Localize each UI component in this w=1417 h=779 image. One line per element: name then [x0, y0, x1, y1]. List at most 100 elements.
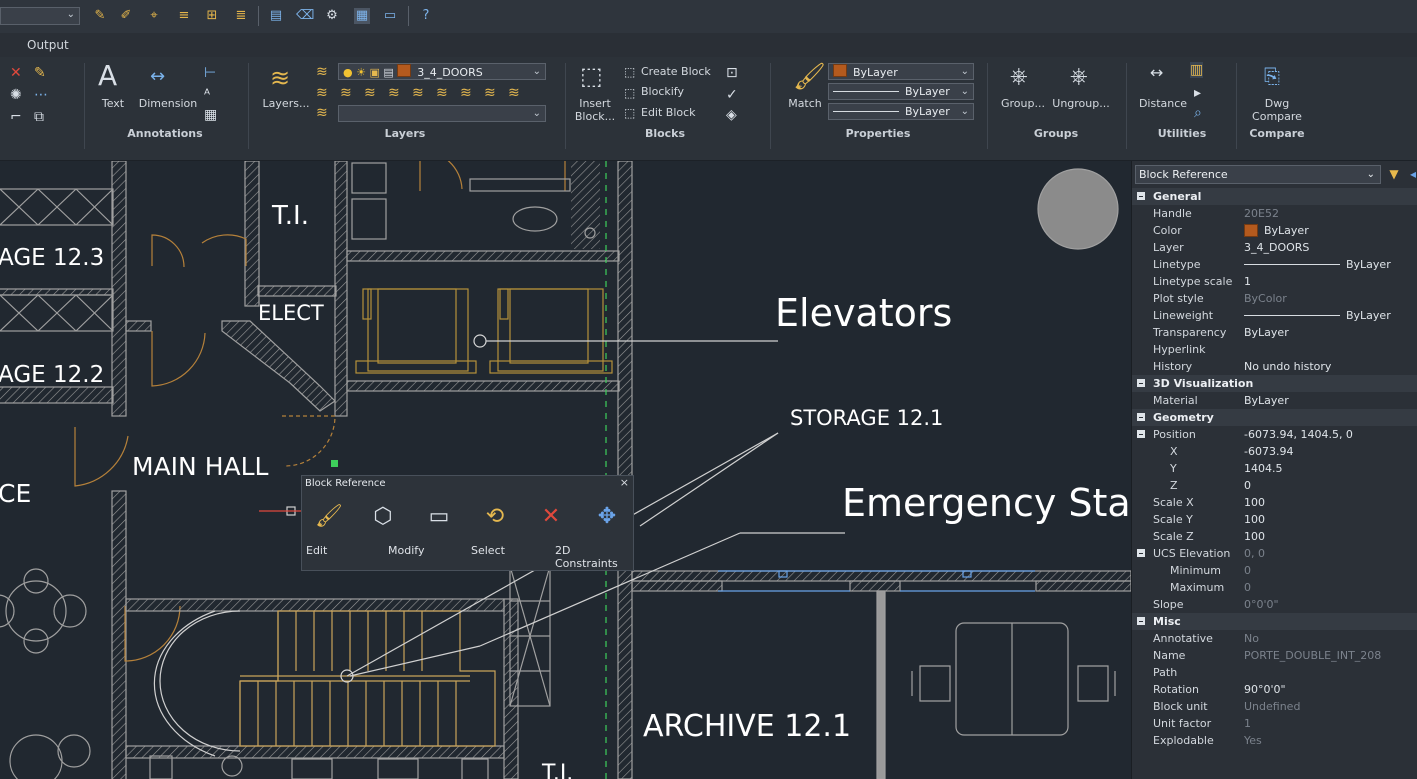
- compare-label[interactable]: Compare: [1248, 110, 1306, 124]
- drawing-canvas[interactable]: T.I. AGE 12.3 ELECT AGE 12.2 Elevators S…: [0, 161, 1131, 779]
- workspace-combo[interactable]: ⌄: [0, 7, 80, 25]
- lineweight-dropdown[interactable]: ByLayer ⌄: [828, 103, 974, 120]
- layer-tool-icon[interactable]: ≋: [316, 64, 328, 80]
- linetype-dropdown[interactable]: ByLayer ⌄: [828, 83, 974, 100]
- layer-dropdown[interactable]: ● ☀ ▣ ▤ 3_4_DOORS ⌄: [338, 63, 546, 80]
- delete-icon[interactable]: ✕: [10, 65, 22, 81]
- text-button-label[interactable]: Text: [96, 97, 130, 111]
- dim-style-icon[interactable]: ⊢: [204, 65, 216, 81]
- layers-icon[interactable]: ≋: [270, 65, 290, 91]
- trim-icon[interactable]: ⌐: [10, 109, 22, 125]
- prop-row[interactable]: Scale Y 100: [1132, 511, 1417, 528]
- ungroup-icon[interactable]: ⎈: [1070, 65, 1088, 89]
- pen-icon[interactable]: ✐: [118, 8, 134, 24]
- ungroup-button-label[interactable]: Ungroup...: [1050, 97, 1112, 111]
- prop-row[interactable]: Z0: [1132, 477, 1417, 494]
- help-icon[interactable]: ?: [418, 8, 434, 24]
- group-icon[interactable]: ⎈: [1010, 65, 1028, 89]
- quad-modify-label[interactable]: Modify: [388, 544, 424, 557]
- line-icon[interactable]: ⋯: [34, 87, 48, 103]
- image-icon[interactable]: ▭: [382, 8, 398, 24]
- prop-row[interactable]: Position -6073.94, 1404.5, 0: [1132, 426, 1417, 443]
- match-button-label[interactable]: Match: [783, 97, 827, 111]
- insert-block-icon[interactable]: ⬚: [580, 63, 603, 89]
- select-objects-icon[interactable]: ◂: [1404, 166, 1417, 183]
- entity-selector[interactable]: Block Reference ⌄: [1135, 165, 1381, 184]
- move-icon[interactable]: ✥: [590, 502, 624, 532]
- prop-row[interactable]: X -6073.94: [1132, 443, 1417, 460]
- prop-row[interactable]: Lineweight ByLayer: [1132, 307, 1417, 324]
- layer-tool-icon[interactable]: ≋: [484, 85, 496, 101]
- attribute-icon[interactable]: ⊡: [726, 65, 738, 81]
- quad-select-label[interactable]: Select: [471, 544, 505, 557]
- layer-tool-icon[interactable]: ≋: [388, 85, 400, 101]
- layer-tool-icon[interactable]: ≋: [316, 105, 328, 121]
- prop-row[interactable]: Layer 3_4_DOORS: [1132, 239, 1417, 256]
- block-label[interactable]: Block...: [571, 110, 619, 124]
- layer-state-icon[interactable]: ≣: [233, 8, 249, 24]
- attribute-edit-icon[interactable]: ✓: [726, 87, 738, 103]
- filter-icon[interactable]: ▼: [1385, 166, 1403, 183]
- insert-label[interactable]: Insert: [573, 97, 617, 111]
- group-button-label[interactable]: Group...: [998, 97, 1048, 111]
- prop-row[interactable]: Linetype scale 1: [1132, 273, 1417, 290]
- layer-tool-icon[interactable]: ≋: [316, 85, 328, 101]
- edit-icon[interactable]: ✎: [34, 65, 46, 81]
- panel-icon[interactable]: ▤: [268, 8, 284, 24]
- block-tools-icon[interactable]: ◈: [726, 107, 737, 123]
- tab-output[interactable]: Output: [27, 38, 69, 52]
- blockify-button[interactable]: Blockify: [641, 85, 684, 99]
- collapse-icon[interactable]: [1137, 549, 1145, 557]
- distance-button-label[interactable]: Distance: [1138, 97, 1188, 111]
- section-geometry[interactable]: Geometry: [1132, 409, 1417, 426]
- close-icon[interactable]: ×: [620, 476, 629, 489]
- select-icon[interactable]: ⟲: [478, 502, 512, 532]
- brush-icon[interactable]: 🖌: [312, 502, 346, 532]
- match-brush-icon[interactable]: 🖌: [793, 63, 826, 91]
- color-dropdown[interactable]: ByLayer ⌄: [828, 63, 974, 80]
- modify-icon[interactable]: ⬡: [366, 502, 400, 532]
- eraser-icon[interactable]: ⌫: [296, 8, 314, 24]
- dwg-label[interactable]: Dwg: [1250, 97, 1304, 111]
- cursor-icon[interactable]: ▸: [1194, 85, 1201, 101]
- layer-tool-icon[interactable]: ≋: [364, 85, 376, 101]
- prop-row[interactable]: Linetype ByLayer: [1132, 256, 1417, 273]
- query-icon[interactable]: ⌕: [1194, 105, 1202, 121]
- prop-row[interactable]: Hyperlink: [1132, 341, 1417, 358]
- text-style-icon[interactable]: ᴬ: [204, 87, 210, 103]
- prop-row[interactable]: Rotation 90°0'0": [1132, 681, 1417, 698]
- table-icon[interactable]: ▦: [204, 107, 217, 123]
- quad-2d-constraints-label[interactable]: 2D Constraints: [555, 544, 633, 570]
- quad-edit-label[interactable]: Edit: [306, 544, 327, 557]
- properties-icon[interactable]: ▦: [354, 8, 370, 24]
- brush-icon[interactable]: ✎: [92, 8, 108, 24]
- text-tool-icon[interactable]: A: [98, 61, 117, 91]
- delete-icon[interactable]: ✕: [534, 502, 568, 532]
- prop-row[interactable]: Transparency ByLayer: [1132, 324, 1417, 341]
- edit-block-button[interactable]: Edit Block: [641, 106, 696, 120]
- prop-row[interactable]: Y 1404.5: [1132, 460, 1417, 477]
- layer-tool-icon[interactable]: ≋: [340, 85, 352, 101]
- prop-row[interactable]: Scale X 100: [1132, 494, 1417, 511]
- layer-icon[interactable]: ≡: [176, 8, 192, 24]
- prop-row[interactable]: Color ByLayer: [1132, 222, 1417, 239]
- layers-button-label[interactable]: Layers...: [262, 97, 310, 111]
- section-general[interactable]: General: [1132, 188, 1417, 205]
- copy-icon[interactable]: ⧉: [34, 109, 44, 125]
- collapse-icon[interactable]: [1137, 430, 1145, 438]
- layer-tool-icon[interactable]: ≋: [412, 85, 424, 101]
- dwg-compare-icon[interactable]: ⎘: [1264, 65, 1280, 87]
- layer-tool-icon[interactable]: ≋: [508, 85, 520, 101]
- dimension-button-label[interactable]: Dimension: [137, 97, 199, 111]
- distance-icon[interactable]: ↔: [1150, 65, 1163, 81]
- section-3d-visualization[interactable]: 3D Visualization: [1132, 375, 1417, 392]
- create-block-button[interactable]: Create Block: [641, 65, 711, 79]
- match-layer-icon[interactable]: ⊞: [204, 8, 220, 24]
- measure-icon[interactable]: ▥: [1190, 62, 1204, 78]
- layer-filter-dropdown[interactable]: ⌄: [338, 105, 546, 122]
- layer-tool-icon[interactable]: ≋: [460, 85, 472, 101]
- prop-row[interactable]: Scale Z 100: [1132, 528, 1417, 545]
- section-misc[interactable]: Misc: [1132, 613, 1417, 630]
- dimension-icon[interactable]: ↔: [150, 68, 165, 86]
- select-icon[interactable]: ⌖: [146, 8, 162, 24]
